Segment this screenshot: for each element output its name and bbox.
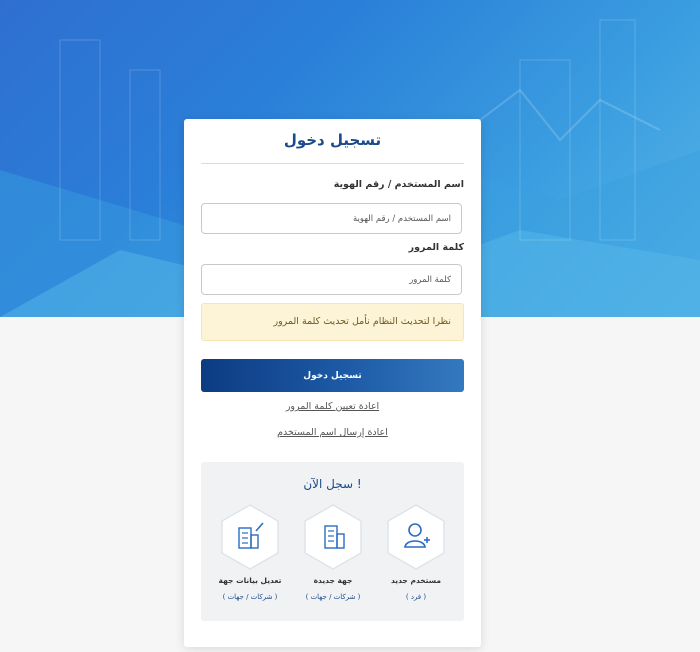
option-sub: ( شركات / جهات ) xyxy=(222,593,278,601)
add-user-icon[interactable] xyxy=(386,504,446,570)
edit-entity-data-option[interactable]: تعديل بيانات جهة ( شركات / جهات ) xyxy=(212,504,288,601)
password-input[interactable] xyxy=(201,264,462,295)
building-edit-icon[interactable] xyxy=(220,504,280,570)
option-sub: ( شركات / جهات ) xyxy=(305,593,361,601)
update-password-notice: نظرا لتحديث النظام نأمل تحديث كلمة المرو… xyxy=(201,303,464,341)
option-label: جهة جديدة xyxy=(313,576,353,585)
register-section: سجل الآن ! مستخدم جديد ( فرد ) جهة جديدة… xyxy=(201,462,464,621)
register-title: سجل الآن ! xyxy=(303,477,362,491)
option-label: تعديل بيانات جهة xyxy=(218,576,282,585)
password-label: كلمة المرور xyxy=(408,242,464,253)
login-button[interactable]: تسجيل دخول xyxy=(201,359,464,392)
login-card: تسجيل دخول اسم المستخدم / رقم الهوية كلم… xyxy=(184,119,481,647)
register-new-entity-option[interactable]: جهة جديدة ( شركات / جهات ) xyxy=(295,504,371,601)
option-label: مستخدم جديد xyxy=(390,576,442,585)
resend-username-link[interactable]: اعادة إرسال اسم المستخدم xyxy=(184,427,481,438)
username-label: اسم المستخدم / رقم الهوية xyxy=(333,179,464,190)
login-title: تسجيل دخول xyxy=(283,131,382,149)
reset-password-link[interactable]: اعادة تعيين كلمة المرور xyxy=(184,401,481,412)
register-new-user-option[interactable]: مستخدم جديد ( فرد ) xyxy=(378,504,454,601)
title-divider xyxy=(201,163,464,164)
option-sub: ( فرد ) xyxy=(405,593,427,601)
building-icon[interactable] xyxy=(303,504,363,570)
username-input[interactable] xyxy=(201,203,462,234)
